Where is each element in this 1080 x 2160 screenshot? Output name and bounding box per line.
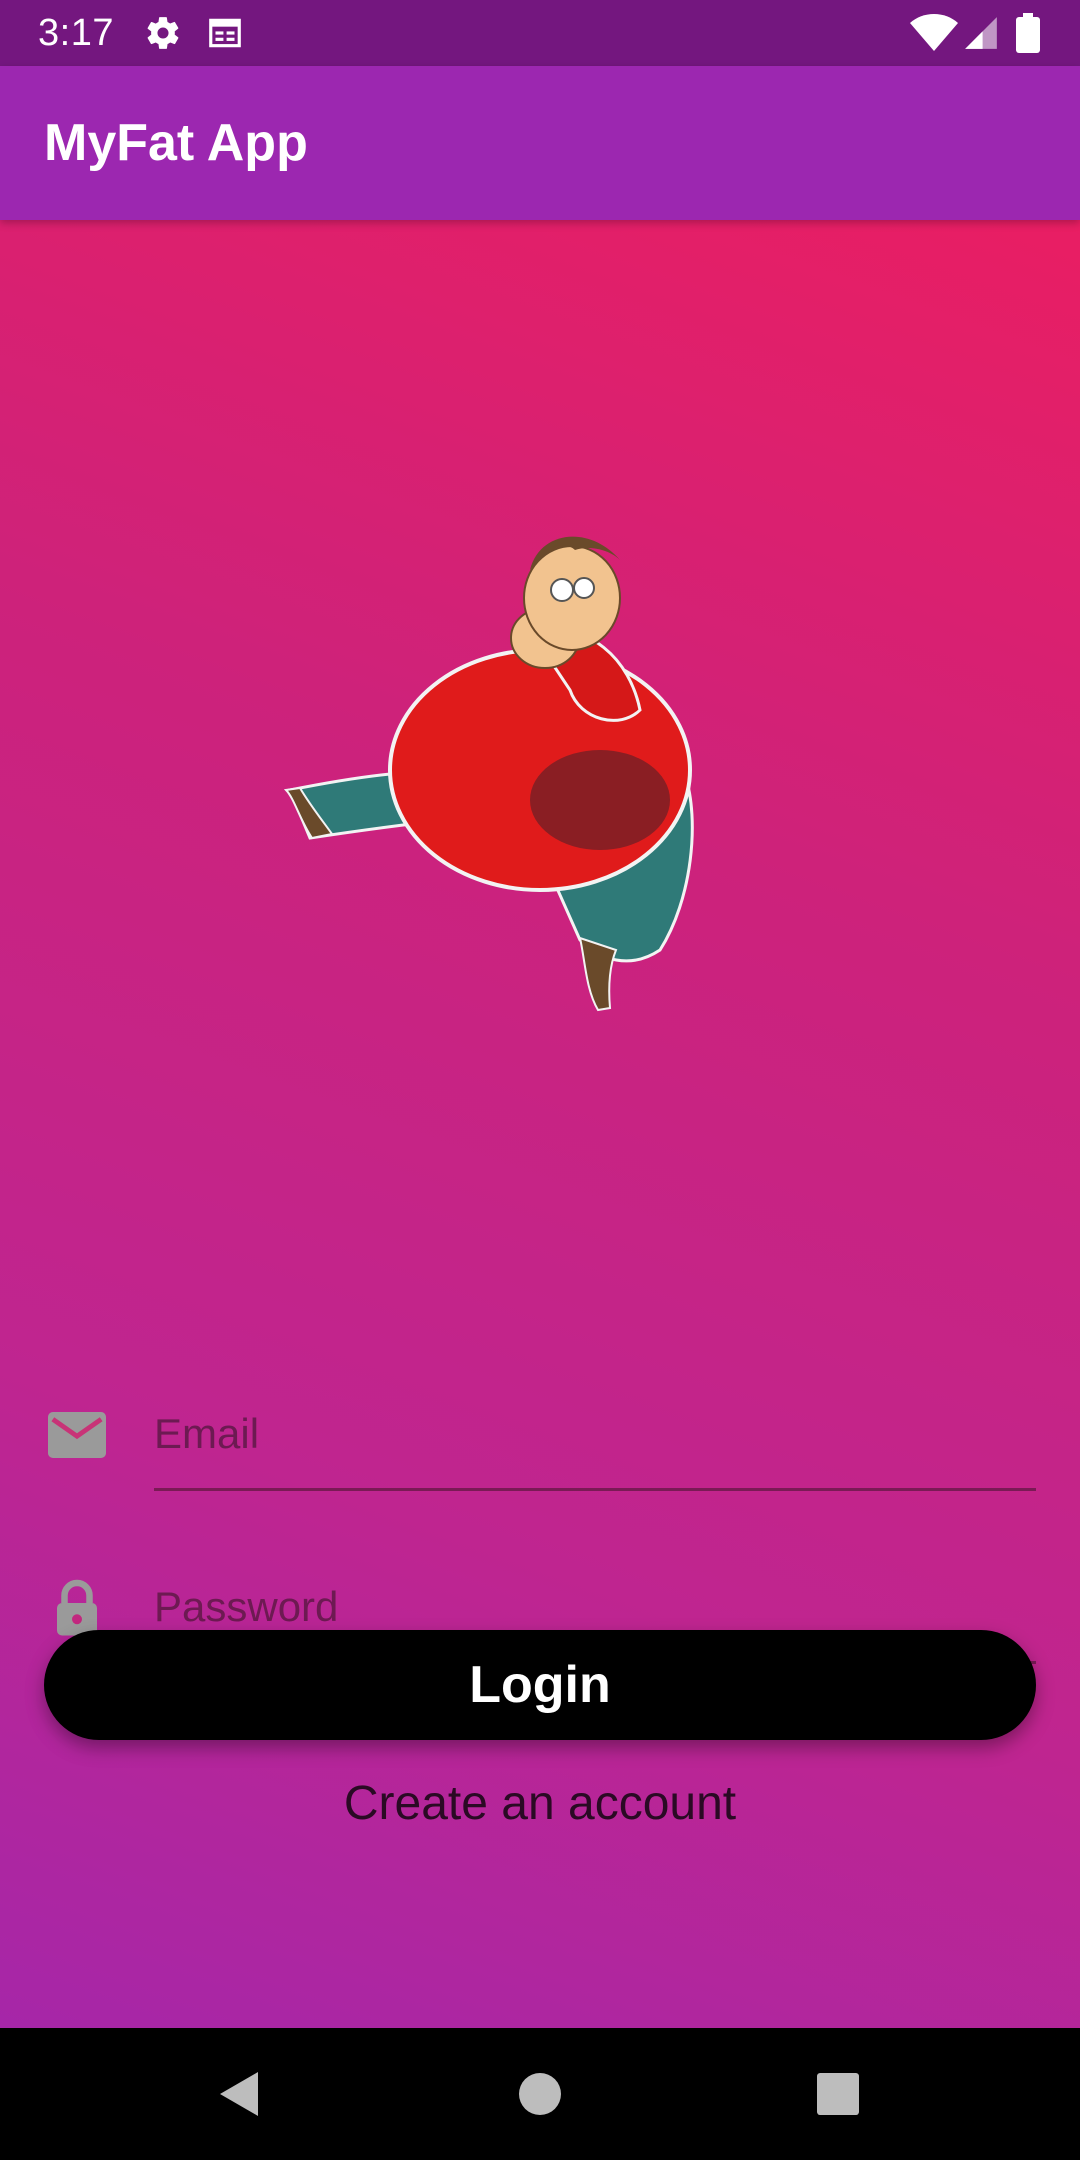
login-screen: Login Create an account	[0, 220, 1080, 2028]
email-field-row	[44, 1380, 1036, 1491]
app-title: MyFat App	[44, 114, 308, 172]
mascot-illustration	[280, 520, 800, 1040]
navigation-bar	[0, 2028, 1080, 2160]
home-icon[interactable]	[474, 2028, 606, 2160]
app-bar: MyFat App	[0, 66, 1080, 220]
create-account-link[interactable]: Create an account	[0, 1776, 1080, 1831]
email-input[interactable]	[154, 1380, 1036, 1491]
signal-icon	[962, 0, 1000, 66]
battery-icon	[1016, 0, 1040, 66]
back-icon[interactable]	[174, 2028, 306, 2160]
status-time: 3:17	[38, 12, 114, 54]
calendar-icon	[206, 0, 244, 66]
status-bar: 3:17	[0, 0, 1080, 66]
wifi-icon	[910, 0, 958, 66]
gear-icon	[144, 0, 182, 66]
recents-icon[interactable]	[772, 2028, 904, 2160]
login-button[interactable]: Login	[44, 1630, 1036, 1740]
mail-icon	[44, 1380, 110, 1490]
